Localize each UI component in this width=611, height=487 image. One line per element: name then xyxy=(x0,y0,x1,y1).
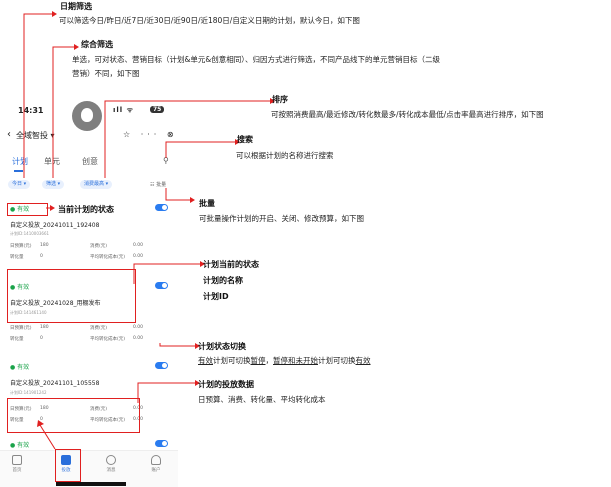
combined-filter-desc-1: 单选，可对状态、营销目标（计划&单元&创意相同）、归因方式进行筛选，不同产品线下… xyxy=(72,55,440,64)
toggle-switch-title: 计划状态切换 xyxy=(198,342,246,351)
combined-filter-title: 综合筛选 xyxy=(81,40,113,49)
sort-desc: 可按照消费最高/最近修改/转化数最多/转化成本最低/点击率最高进行排序，如下图 xyxy=(271,110,544,119)
toggle-desc-part: 有效 xyxy=(355,356,371,365)
batch-title: 批量 xyxy=(199,199,215,208)
batch-desc: 可批量操作计划的开启、关闭、修改预算，如下图 xyxy=(199,214,364,223)
toggle-desc-part: 计划可切换 xyxy=(318,356,356,365)
toggle-desc-part: 暂停和未开始 xyxy=(273,356,318,365)
search-desc: 可以根据计划的名称进行搜索 xyxy=(236,151,334,160)
combined-filter-desc-2: 营销）不同，如下图 xyxy=(72,69,140,78)
delivery-data-desc: 日预算、消费、转化量、平均转化成本 xyxy=(198,395,326,404)
toggle-desc-part: 计划可切换 xyxy=(213,356,251,365)
toggle-desc-part: ， xyxy=(265,356,274,365)
toggle-desc-part: 有效 xyxy=(198,356,213,365)
date-filter-title: 日期筛选 xyxy=(60,2,92,11)
sort-title: 排序 xyxy=(272,95,288,104)
search-title: 搜索 xyxy=(237,135,253,144)
toggle-desc-part: 暂停 xyxy=(250,356,266,365)
current-status-annotation: 当前计划的状态 xyxy=(58,205,114,214)
delivery-data-title: 计划的投放数据 xyxy=(198,380,254,389)
toggle-switch-desc: 有效计划可切换暂停，暂停和未开始计划可切换有效 xyxy=(198,354,371,367)
plan-info-line1: 计划当前的状态 xyxy=(203,260,259,269)
date-filter-desc: 可以筛选今日/昨日/近7日/近30日/近90日/近180日/自定义日期的计划，默… xyxy=(59,16,360,25)
plan-info-line2: 计划的名称 xyxy=(203,276,243,285)
plan-info-line3: 计划ID xyxy=(203,292,229,301)
